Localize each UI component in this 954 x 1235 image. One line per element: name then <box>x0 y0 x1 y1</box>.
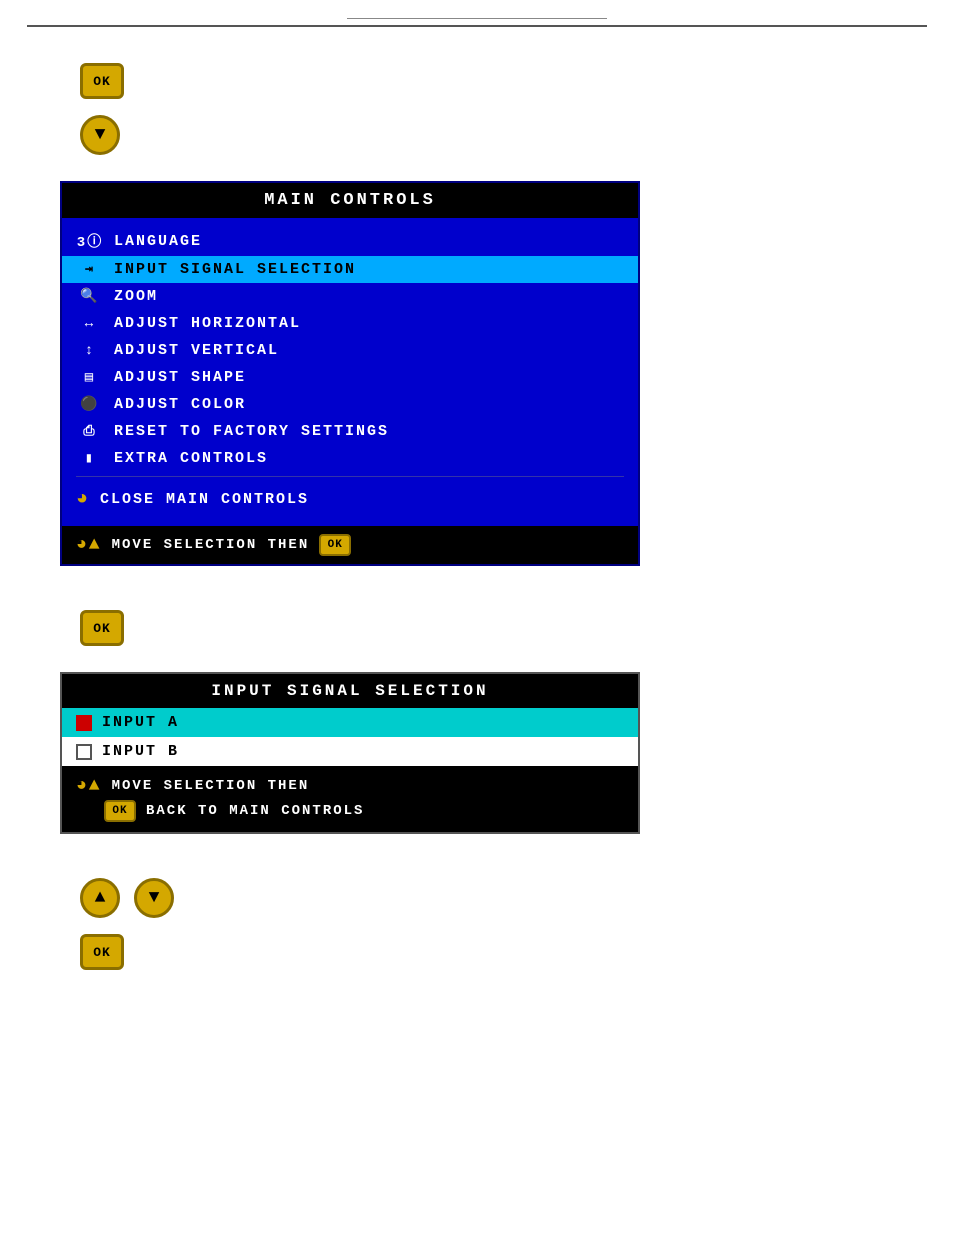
menu-item-language-label: LANGUAGE <box>114 233 202 250</box>
footer-line1-row: ◕▲ MOVE SELECTION THEN <box>76 774 624 798</box>
close-icon: ◕ <box>76 488 90 511</box>
color-icon: ⚫ <box>76 396 104 413</box>
reset-icon: ⎙ <box>76 424 104 440</box>
menu-item-vert[interactable]: ↕ ADJUST VERTICAL <box>62 337 638 364</box>
menu-item-zoom-label: ZOOM <box>114 288 158 305</box>
input-signal-items: INPUT A INPUT B <box>62 708 638 766</box>
menu-item-color[interactable]: ⚫ ADJUST COLOR <box>62 391 638 418</box>
menu-item-zoom[interactable]: 🔍 ZOOM <box>62 283 638 310</box>
nav-arrows-icon: ◕▲ <box>76 535 102 555</box>
horizontal-icon: ↔ <box>76 316 104 332</box>
menu-item-shape-label: ADJUST SHAPE <box>114 369 246 386</box>
menu-item-language[interactable]: 3ⓘ LANGUAGE <box>62 226 638 256</box>
menu-item-input-signal[interactable]: ⇥ INPUT SIGNAL SELECTION <box>62 256 638 283</box>
input-signal-icon: ⇥ <box>76 261 104 278</box>
nav-arrows-icon2: ◕▲ <box>76 776 102 796</box>
footer-move-label: MOVE SELECTION THEN <box>112 537 310 553</box>
input-b-label: INPUT B <box>102 743 179 760</box>
section3-arrows: ▲ ▼ <box>80 878 894 918</box>
menu-item-extra-label: EXTRA CONTROLS <box>114 450 268 467</box>
input-a-item[interactable]: INPUT A <box>62 708 638 737</box>
menu-item-color-label: ADJUST COLOR <box>114 396 246 413</box>
input-signal-title: INPUT SIGNAL SELECTION <box>62 674 638 708</box>
main-controls-title: MAIN CONTROLS <box>62 183 638 218</box>
main-controls-menu: 3ⓘ LANGUAGE ⇥ INPUT SIGNAL SELECTION 🔍 Z… <box>62 218 638 526</box>
main-controls-footer: ◕▲ MOVE SELECTION THEN OK <box>62 526 638 564</box>
footer-line2-label: BACK TO MAIN CONTROLS <box>146 803 364 819</box>
footer-ok-badge-2: OK <box>104 800 136 822</box>
input-signal-footer: ◕▲ MOVE SELECTION THEN OK BACK TO MAIN C… <box>62 766 638 832</box>
footer-line2-row: OK BACK TO MAIN CONTROLS <box>104 798 624 824</box>
section1-arrow: ▼ <box>80 115 894 155</box>
arrow-down-button-1[interactable]: ▼ <box>80 115 120 155</box>
ok-button-1[interactable]: OK <box>80 63 124 99</box>
ok-button-3[interactable]: OK <box>80 934 124 970</box>
ok-button-2[interactable]: OK <box>80 610 124 646</box>
input-a-label: INPUT A <box>102 714 179 731</box>
menu-item-shape[interactable]: ▤ ADJUST SHAPE <box>62 364 638 391</box>
input-signal-panel: INPUT SIGNAL SELECTION INPUT A INPUT B ◕… <box>60 672 640 834</box>
footer-line1-label: MOVE SELECTION THEN <box>112 778 310 794</box>
section1-icons: OK <box>80 63 894 99</box>
menu-item-reset-label: RESET TO FACTORY SETTINGS <box>114 423 389 440</box>
section2-icons: OK <box>80 610 894 646</box>
menu-item-horiz-label: ADJUST HORIZONTAL <box>114 315 301 332</box>
footer-ok-badge: OK <box>319 534 351 556</box>
input-b-icon <box>76 744 92 760</box>
menu-item-extra[interactable]: ▮ EXTRA CONTROLS <box>62 445 638 472</box>
osd-divider <box>76 476 624 477</box>
menu-item-reset[interactable]: ⎙ RESET TO FACTORY SETTINGS <box>62 418 638 445</box>
menu-item-horiz[interactable]: ↔ ADJUST HORIZONTAL <box>62 310 638 337</box>
vertical-icon: ↕ <box>76 343 104 359</box>
section3-ok: OK <box>80 934 894 970</box>
close-label: CLOSE MAIN CONTROLS <box>100 491 309 508</box>
main-controls-panel: MAIN CONTROLS 3ⓘ LANGUAGE ⇥ INPUT SIGNAL… <box>60 181 640 566</box>
arrow-down-button-2[interactable]: ▼ <box>134 878 174 918</box>
input-b-item[interactable]: INPUT B <box>62 737 638 766</box>
zoom-icon: 🔍 <box>76 288 104 305</box>
menu-item-input-label: INPUT SIGNAL SELECTION <box>114 261 356 278</box>
arrow-up-button[interactable]: ▲ <box>80 878 120 918</box>
shape-icon: ▤ <box>76 369 104 386</box>
language-icon: 3ⓘ <box>76 231 104 251</box>
extra-icon: ▮ <box>76 450 104 467</box>
input-a-icon <box>76 715 92 731</box>
top-decoration <box>0 0 954 27</box>
close-main-controls[interactable]: ◕ CLOSE MAIN CONTROLS <box>62 481 638 518</box>
menu-item-vert-label: ADJUST VERTICAL <box>114 342 279 359</box>
